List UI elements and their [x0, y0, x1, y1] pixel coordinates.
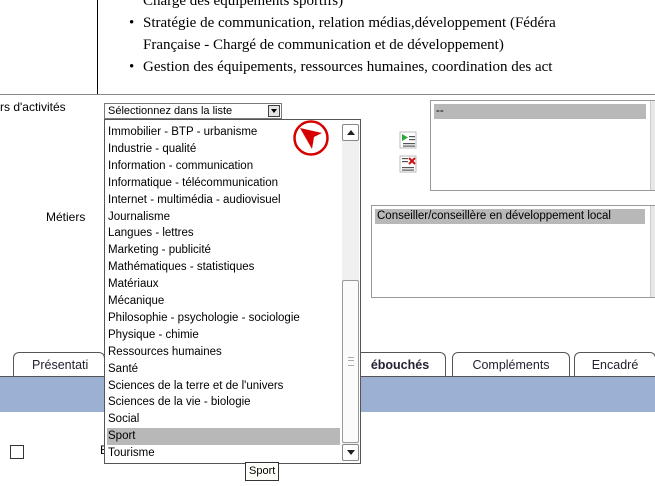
dropdown-option[interactable]: Informatique - télécommunication [107, 175, 340, 192]
scrollbar[interactable] [650, 206, 655, 297]
scroll-down-button[interactable] [342, 444, 359, 461]
remove-from-list-icon[interactable] [399, 155, 417, 173]
bullet-icon: • [129, 15, 135, 31]
scroll-thumb[interactable] [342, 280, 359, 443]
bullet-item: • Stratégie de communication, relation mé… [129, 12, 556, 34]
scrollbar[interactable] [650, 101, 655, 190]
cursor-marker-icon [293, 120, 329, 156]
secteurs-dropdown-list[interactable]: Immobilier - BTP - urbanisme Industrie - … [104, 119, 361, 464]
metiers-label: Métiers [46, 210, 86, 224]
dropdown-option[interactable]: Langues - lettres [107, 225, 340, 242]
dropdown-scrollbar[interactable] [342, 124, 359, 461]
dropdown-option[interactable]: Mathématiques - statistiques [107, 259, 340, 276]
dropdown-option[interactable]: Journalisme [107, 209, 340, 226]
dropdown-option[interactable]: Social [107, 411, 340, 428]
select-value: Sélectionnez dans la liste [108, 105, 233, 117]
bullet-text: Stratégie de communication, relation méd… [143, 15, 556, 31]
dropdown-option[interactable]: Sport [107, 428, 340, 446]
bullet-line: Charge des équipements sportifs) [143, 0, 344, 9]
dropdown-option[interactable]: Ressources humaines [107, 344, 340, 361]
bullet-item: • Gestion des équipements, ressources hum… [129, 56, 556, 78]
secteurs-select[interactable]: Sélectionnez dans la liste [104, 103, 282, 119]
dropdown-option[interactable]: Philosophie - psychologie - sociologie [107, 310, 340, 327]
section-divider [0, 94, 655, 95]
bullet-text: Gestion des équipements, ressources huma… [143, 59, 553, 75]
activity-list: Charge des équipements sportifs) • Straté… [129, 0, 556, 78]
secteurs-label: rs d'activités [0, 100, 66, 114]
tooltip: Sport [245, 462, 280, 481]
dropdown-option[interactable]: Santé [107, 361, 340, 378]
add-to-list-icon[interactable] [399, 131, 417, 149]
dropdown-option[interactable]: Tourisme [107, 445, 340, 462]
bullet-icon: • [129, 59, 135, 75]
metiers-selected-list[interactable]: Conseiller/conseillère en développement … [371, 205, 655, 298]
dropdown-option[interactable]: Information - communication [107, 158, 340, 175]
list-item[interactable]: -- [434, 104, 646, 119]
checkbox[interactable] [10, 445, 24, 459]
dropdown-option[interactable]: Internet - multimédia - audiovisuel [107, 192, 340, 209]
secteurs-selected-list[interactable]: -- [430, 100, 655, 191]
grip-icon [348, 357, 354, 366]
dropdown-option[interactable]: Sciences de la terre et de l'univers [107, 378, 340, 395]
tab-presentation[interactable]: Présentati [13, 352, 105, 376]
description-panel: Charge des équipements sportifs) • Straté… [0, 0, 655, 95]
tab-encadre[interactable]: Encadré [574, 352, 655, 377]
scroll-up-button[interactable] [342, 124, 359, 141]
column-divider [97, 0, 98, 95]
dropdown-option[interactable]: Physique - chimie [107, 327, 340, 344]
dropdown-option[interactable]: Matériaux [107, 276, 340, 293]
tab-complements[interactable]: Compléments [452, 352, 570, 377]
bullet-line: Française - Chargé de communication et d… [143, 37, 504, 53]
tab-debouches[interactable]: ébouchés [355, 352, 446, 377]
list-item[interactable]: Conseiller/conseillère en développement … [375, 209, 645, 224]
dropdown-option[interactable]: Marketing - publicité [107, 242, 340, 259]
dropdown-option[interactable]: Mécanique [107, 293, 340, 310]
chevron-down-icon[interactable] [268, 105, 280, 117]
dropdown-option[interactable]: Sciences de la vie - biologie [107, 394, 340, 411]
